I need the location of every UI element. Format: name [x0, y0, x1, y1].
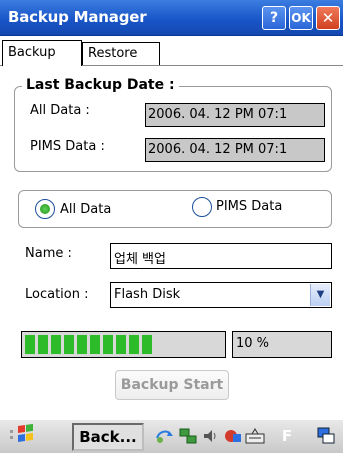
- progress-segment: [103, 335, 113, 354]
- close-button[interactable]: ✕: [316, 6, 340, 30]
- taskbar-backup-item[interactable]: Back...: [72, 423, 144, 451]
- progress-bar: [21, 331, 226, 358]
- tab-restore[interactable]: Restore: [82, 42, 160, 65]
- progress-segment: [38, 335, 48, 354]
- backup-start-button[interactable]: Backup Start: [115, 370, 229, 400]
- progress-segment: [116, 335, 126, 354]
- sync-icon[interactable]: [154, 426, 174, 446]
- chevron-down-icon[interactable]: ▼: [310, 284, 330, 306]
- pims-data-date-field: 2006. 04. 12 PM 07:1: [145, 138, 325, 162]
- progress-segment: [77, 335, 87, 354]
- location-label: Location :: [25, 287, 89, 302]
- help-button[interactable]: ?: [262, 6, 286, 30]
- tab-backup[interactable]: Backup: [2, 40, 82, 66]
- all-data-date-field: 2006. 04. 12 PM 07:1: [145, 103, 325, 127]
- location-select[interactable]: Flash Disk ▼: [110, 282, 332, 308]
- keyboard-icon[interactable]: [244, 426, 265, 446]
- ok-button[interactable]: OK: [289, 6, 313, 30]
- progress-segment: [51, 335, 61, 354]
- progress-segment: [25, 335, 35, 354]
- volume-icon[interactable]: [201, 426, 221, 446]
- all-data-radio-label[interactable]: All Data: [60, 202, 111, 217]
- all-data-radio[interactable]: [35, 199, 55, 219]
- name-label: Name :: [25, 246, 72, 261]
- pims-data-radio-label[interactable]: PIMS Data: [216, 199, 282, 214]
- pims-data-label: PIMS Data :: [30, 139, 105, 154]
- name-input[interactable]: 업체 백업: [110, 243, 332, 269]
- network-icon[interactable]: [178, 426, 198, 446]
- input-mode-indicator[interactable]: F: [277, 426, 297, 446]
- pims-data-radio[interactable]: [192, 197, 212, 217]
- progress-segment: [64, 335, 74, 354]
- title-bar: Backup Manager ? OK ✕: [0, 0, 343, 36]
- progress-segment: [142, 335, 152, 354]
- progress-segment: [129, 335, 139, 354]
- start-windows-icon[interactable]: [4, 424, 44, 450]
- desktop-windows-icon[interactable]: [316, 426, 336, 446]
- progress-percent-field: 10 %: [232, 331, 332, 358]
- last-backup-title: Last Backup Date :: [22, 77, 179, 93]
- progress-segment: [90, 335, 100, 354]
- window-title: Backup Manager: [8, 8, 147, 26]
- connection-icon[interactable]: [222, 426, 242, 446]
- location-value: Flash Disk: [114, 287, 181, 302]
- progress-fill: [25, 335, 152, 354]
- all-data-label: All Data :: [30, 103, 90, 118]
- taskbar: Back... F: [0, 419, 343, 453]
